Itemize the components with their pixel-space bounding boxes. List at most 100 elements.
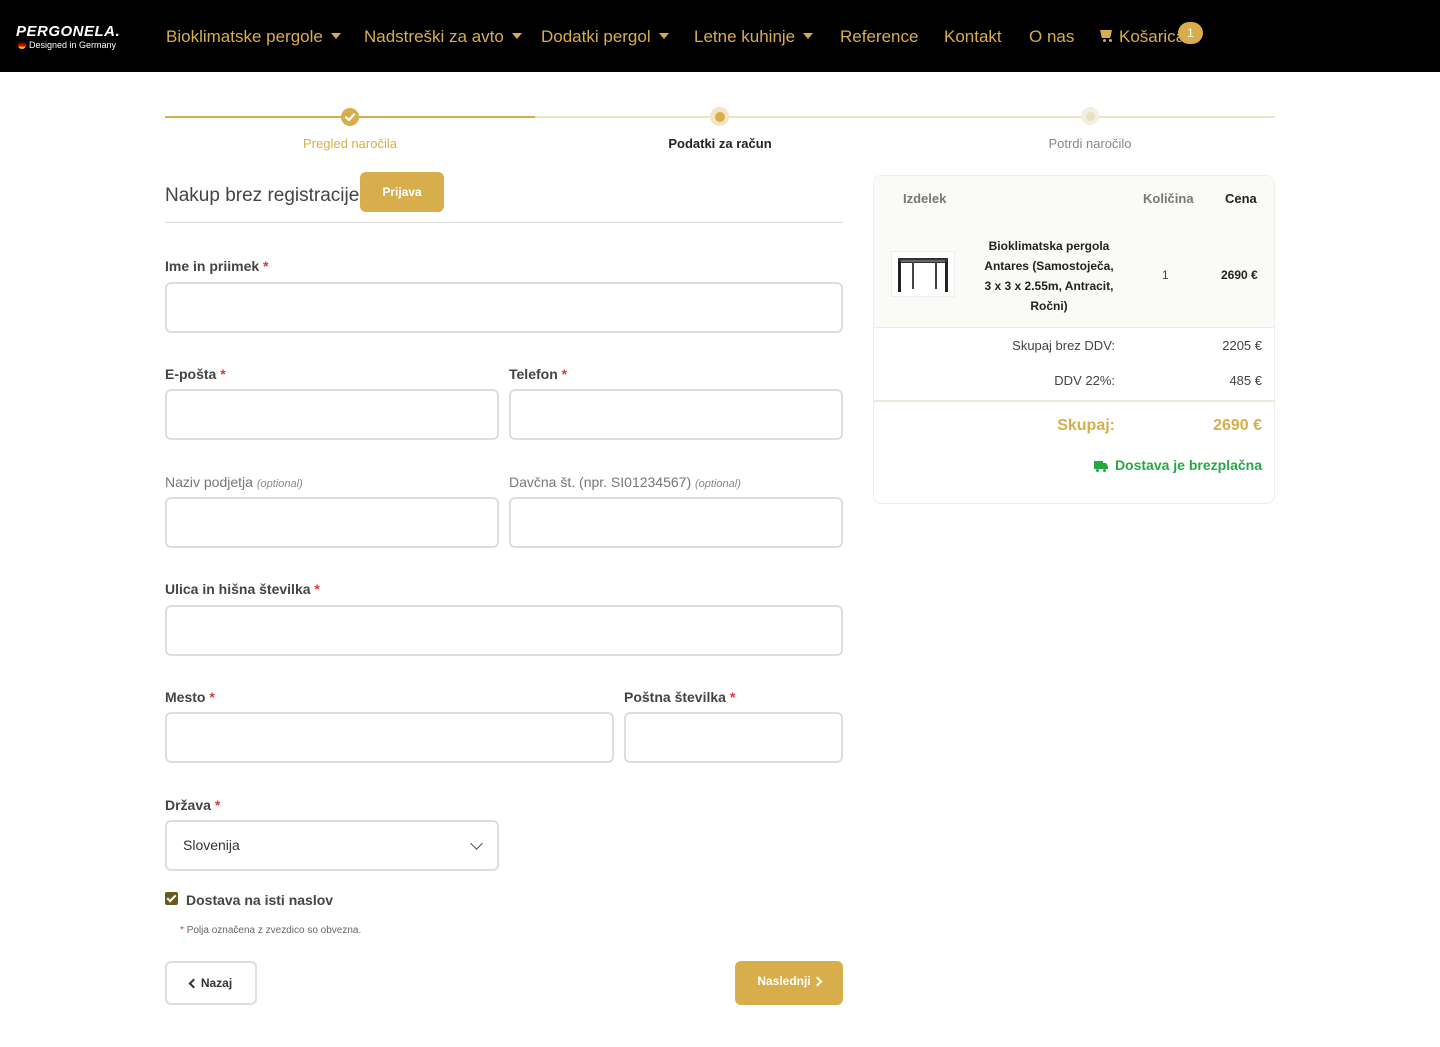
caret-down-icon [330,33,341,39]
cart-count-badge: 1 [1178,22,1203,44]
postal-label: Poštna številka * [624,688,735,706]
street-label: Ulica in hišna številka * [165,580,320,598]
order-items-table: Izdelek Količina Cena Bioklimatska pergo… [874,176,1274,328]
cart-label: Košarica [1119,27,1186,46]
name-label-text: Ime in priimek [165,258,260,274]
required-note-text: Polja označena z zvezdico so obvezna. [186,925,362,936]
nav-letne-kuhinje[interactable]: Letne kuhinje [694,25,814,49]
nav-label: Nadstreški za avto [364,27,504,46]
email-label-text: E-pošta [165,366,217,382]
city-label-text: Mesto [165,689,206,705]
required-mark: * [314,581,320,597]
header-quantity: Količina [1143,191,1194,206]
email-input[interactable] [165,389,499,440]
back-button-label: Nazaj [200,976,233,990]
step-label-review[interactable]: Pregled naročila [250,135,450,153]
required-mark: * [220,366,226,382]
street-input[interactable] [165,605,843,656]
name-label: Ime in priimek * [165,257,269,275]
company-label-text: Naziv podjetja [165,474,253,490]
step-label-billing: Podatki za račun [668,136,772,151]
nav-nadstreski-za-avto[interactable]: Nadstreški za avto [364,25,522,49]
top-navbar: PERGONELA. Designed in Germany Bioklimat… [0,0,1440,72]
truck-icon [1093,461,1108,472]
summary-divider [874,400,1274,402]
caret-down-icon [658,33,669,39]
postal-label-text: Poštna številka [624,689,726,705]
same-address-checkbox[interactable] [165,892,178,905]
header-price: Cena [1225,191,1257,206]
required-mark: * [263,258,269,274]
required-mark: * [561,366,568,382]
step-label-confirm: Potrdi naročilo [1048,136,1132,151]
nav-o-nas[interactable]: O nas [1029,25,1074,49]
logo-tagline: Designed in Germany [18,39,116,51]
city-label: Mesto * [165,688,215,706]
country-label: Država * [165,796,220,814]
name-input[interactable] [165,282,843,333]
logo-tagline-text: Designed in Germany [29,40,117,50]
required-mark: * [729,689,736,705]
chevron-down-icon [470,837,483,850]
vat-label: Davčna št. (npr. SI01234567) (optional) [509,473,741,493]
phone-input[interactable] [509,389,843,440]
product-name[interactable]: Bioklimatska pergola Antares (Samostoječ… [984,236,1114,316]
logo-wordmark: PERGONELA. [16,23,121,40]
next-button[interactable]: Naslednji [735,961,843,1005]
order-summary-card: Izdelek Količina Cena Bioklimatska pergo… [873,175,1275,504]
nav-label: Bioklimatske pergole [166,27,323,46]
chevron-left-icon [188,978,199,989]
country-select[interactable]: Slovenija [165,820,499,871]
company-input[interactable] [165,497,499,548]
nav-bioklimatske-pergole[interactable]: Bioklimatske pergole [166,25,341,49]
vat-label-summary: DDV 22%: [1054,373,1115,388]
phone-label-text: Telefon [509,366,558,382]
caret-down-icon [511,33,522,39]
required-mark: * [214,797,221,813]
pergonela-logo[interactable]: PERGONELA. Designed in Germany [16,24,152,52]
guest-checkout-title-text: Nakup brez registracije [165,185,360,206]
nav-reference[interactable]: Reference [840,25,918,49]
phone-label: Telefon * [509,365,567,383]
city-input[interactable] [165,712,614,763]
product-price: 2690 € [1221,268,1258,282]
shopping-cart-icon [1100,30,1115,43]
free-shipping-notice: Dostava je brezplačna [1093,456,1262,474]
product-thumbnail[interactable] [891,251,955,297]
optional-tag: (optional) [256,478,303,490]
postal-input[interactable] [624,712,843,763]
divider [165,222,843,223]
chevron-right-icon [812,976,823,987]
nav-dodatki-pergol[interactable]: Dodatki pergol [541,25,669,49]
subtotal-label: Skupaj brez DDV: [1012,338,1115,353]
subtotal-value: 2205 € [1222,338,1262,353]
step-done-check-icon [341,108,359,126]
country-label-text: Država [165,797,211,813]
email-label: E-pošta * [165,365,226,383]
login-button[interactable]: Prijava [360,172,444,212]
optional-tag: (optional) [695,478,741,490]
nav-kontakt[interactable]: Kontakt [944,25,1002,49]
company-label: Naziv podjetja (optional) [165,473,303,493]
step-active-dot-icon [710,107,729,126]
vat-label-text: Davčna št. (npr. SI01234567) [509,474,692,490]
required-note: * Polja označena z zvezdico so obvezna. [180,925,361,936]
nav-label: Dodatki pergol [541,27,651,46]
street-label-text: Ulica in hišna številka [165,581,311,597]
next-button-label: Naslednji [757,974,811,988]
back-button[interactable]: Nazaj [165,961,257,1005]
nav-label: Letne kuhinje [694,27,796,46]
stepper-line-pending [535,116,1275,118]
vat-input[interactable] [509,497,843,548]
total-label: Skupaj: [1057,417,1115,434]
product-quantity: 1 [1162,268,1169,282]
nav-cart[interactable]: Košarica [1100,25,1185,49]
country-select-value: Slovenija [183,837,240,853]
required-mark: * [180,925,184,936]
same-address-label[interactable]: Dostava na isti naslov [186,891,333,909]
required-mark: * [209,689,215,705]
guest-checkout-title: Nakup brez registracije ali [165,183,381,209]
free-shipping-text: Dostava je brezplačna [1114,457,1262,473]
vat-value: 485 € [1229,373,1262,388]
step-pending-dot-icon [1081,107,1099,125]
